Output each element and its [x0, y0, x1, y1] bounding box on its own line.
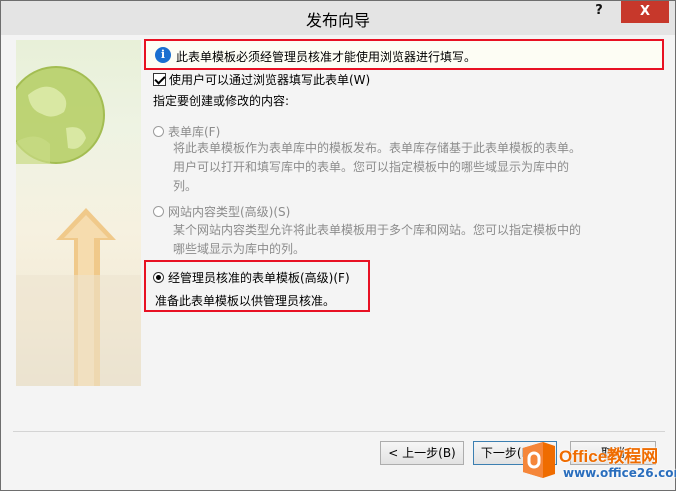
- browser-fill-checkbox-label[interactable]: 使用户可以通过浏览器填写此表单(W): [169, 73, 370, 87]
- title-bar: 发布向导 ? X: [1, 1, 675, 35]
- admin-approved-radio[interactable]: [153, 272, 164, 283]
- admin-approved-option-highlight: 经管理员核准的表单模板(高级)(F) 准备此表单模板以供管理员核准。: [144, 260, 370, 312]
- notice-text: 此表单模板必须经管理员核准才能使用浏览器进行填写。: [176, 50, 477, 64]
- office-logo-icon: [523, 442, 555, 478]
- wizard-side-illustration: [16, 40, 141, 386]
- admin-approved-label[interactable]: 经管理员核准的表单模板(高级)(F): [168, 271, 350, 285]
- browser-fill-checkbox[interactable]: [153, 73, 166, 86]
- back-button[interactable]: < 上一步(B): [380, 441, 464, 465]
- form-library-radio: [153, 126, 164, 137]
- site-content-type-radio: [153, 206, 164, 217]
- option-site-content-type: 网站内容类型(高级)(S): [153, 203, 290, 220]
- form-library-label: 表单库(F): [168, 125, 221, 139]
- approval-notice: i 此表单模板必须经管理员核准才能使用浏览器进行填写。: [144, 39, 664, 70]
- watermark-brand: Office教程网: [559, 447, 659, 466]
- button-divider: [13, 431, 665, 432]
- close-button[interactable]: X: [621, 1, 669, 23]
- site-watermark: Office教程网 www.office26.com: [519, 438, 676, 486]
- browser-fill-checkbox-row[interactable]: 使用户可以通过浏览器填写此表单(W): [153, 71, 370, 88]
- info-icon: i: [155, 47, 171, 63]
- form-library-description: 将此表单模板作为表单库中的模板发布。表单库存储基于此表单模板的表单。用户可以打开…: [173, 141, 582, 193]
- watermark-url: www.office26.com: [563, 466, 676, 480]
- help-button[interactable]: ?: [583, 1, 615, 23]
- wizard-content: i 此表单模板必须经管理员核准才能使用浏览器进行填写。 使用户可以通过浏览器填写…: [13, 35, 665, 431]
- site-content-type-label: 网站内容类型(高级)(S): [168, 205, 291, 219]
- option-admin-approved-template[interactable]: 经管理员核准的表单模板(高级)(F): [153, 269, 350, 286]
- admin-approved-description: 准备此表单模板以供管理员核准。: [155, 294, 336, 308]
- section-label: 指定要创建或修改的内容:: [153, 94, 290, 108]
- close-icon: X: [639, 4, 651, 19]
- globe-upload-illustration: [16, 66, 141, 386]
- dialog-title: 发布向导: [305, 11, 370, 30]
- publish-wizard-dialog: 发布向导 ? X i 此表单模板必须经管理员核准才能使用浏览器进行填写。 使用户…: [0, 0, 676, 491]
- option-form-library: 表单库(F): [153, 123, 220, 140]
- site-content-type-description: 某个网站内容类型允许将此表单模板用于多个库和网站。您可以指定模板中的哪些域显示为…: [173, 223, 582, 256]
